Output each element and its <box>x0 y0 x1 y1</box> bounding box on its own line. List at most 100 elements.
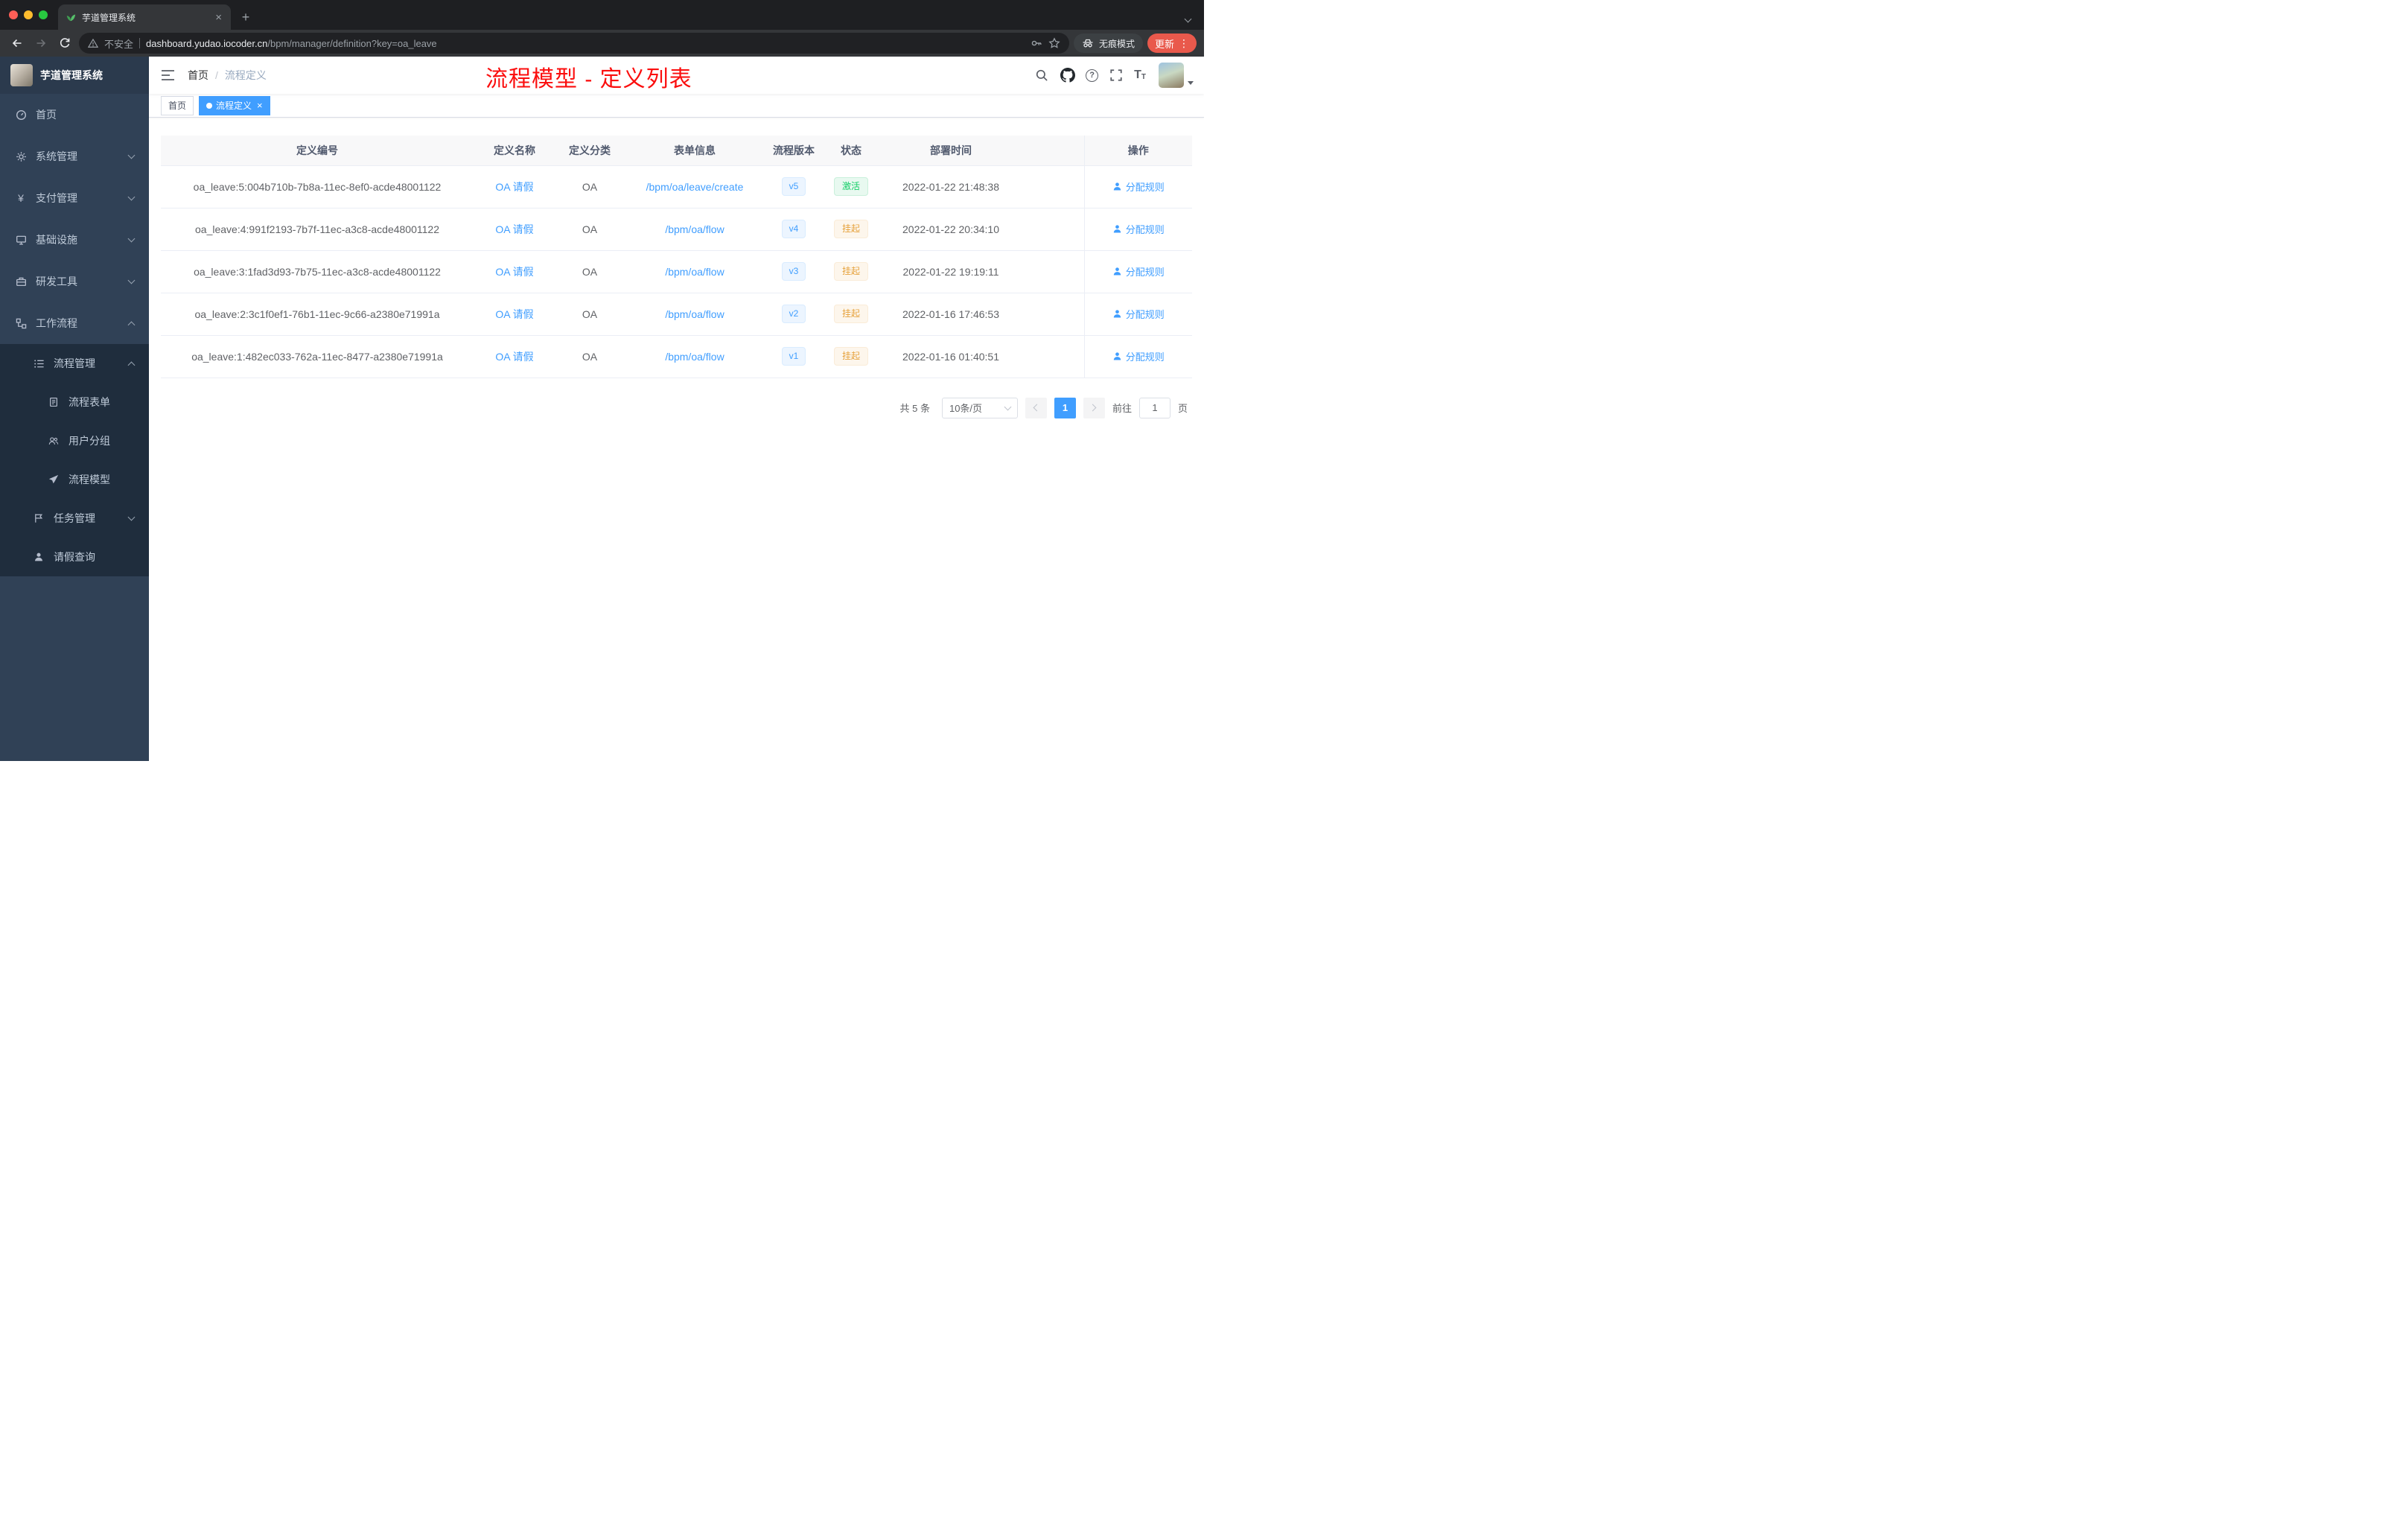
col-form-info: 表单信息 <box>624 136 765 166</box>
url-text: dashboard.yudao.iocoder.cn/bpm/manager/d… <box>146 38 437 49</box>
url-host: dashboard.yudao.iocoder.cn <box>146 37 268 49</box>
browser-menu-icon[interactable]: ⋮ <box>1179 37 1189 50</box>
form-link[interactable]: /bpm/oa/flow <box>665 308 724 320</box>
main-content: 定义编号 定义名称 定义分类 表单信息 流程版本 状态 部署时间 操作 oa_l… <box>149 118 1204 761</box>
search-icon[interactable] <box>1033 67 1050 83</box>
status-badge: 激活 <box>833 177 868 196</box>
font-size-icon[interactable]: TT <box>1134 69 1146 82</box>
help-icon[interactable]: ? <box>1086 69 1099 82</box>
address-bar[interactable]: 不安全 dashboard.yudao.iocoder.cn/bpm/manag… <box>79 33 1069 54</box>
sidebar: 芋道管理系统 首页 系统管理 ¥ 支付管理 基础设施 研发工具 工作流程 流程管… <box>0 57 149 761</box>
category-cell: OA <box>555 165 624 208</box>
password-key-icon[interactable] <box>1031 37 1042 49</box>
definition-id-cell: oa_leave:1:482ec033-762a-11ec-8477-a2380… <box>161 335 474 378</box>
form-link[interactable]: /bpm/oa/flow <box>665 223 724 235</box>
browser-tab[interactable]: 芋道管理系统 × <box>58 4 231 30</box>
page-size-select[interactable]: 10条/页 <box>941 397 1018 418</box>
col-status: 状态 <box>822 136 880 166</box>
status-badge: 挂起 <box>833 262 868 281</box>
deploy-time-cell: 2022-01-16 17:46:53 <box>880 293 1022 336</box>
table-header-row: 定义编号 定义名称 定义分类 表单信息 流程版本 状态 部署时间 操作 <box>161 136 1192 166</box>
tab-title: 芋道管理系统 <box>82 12 136 23</box>
sidebar-item-infrastructure[interactable]: 基础设施 <box>0 219 149 261</box>
workflow-icon <box>15 317 27 329</box>
definition-name-link[interactable]: OA 请假 <box>495 223 533 235</box>
col-definition-id: 定义编号 <box>161 136 474 166</box>
chevron-down-icon <box>127 151 136 159</box>
definition-name-link[interactable]: OA 请假 <box>495 266 533 278</box>
pagination: 共 5 条 10条/页 1 前往 页 <box>161 397 1192 418</box>
screen: 芋道管理系统 × + 不安全 dashboard.yudao.iocoder.c… <box>0 0 1204 761</box>
goto-page-input[interactable] <box>1138 397 1170 418</box>
sidebar-item-workflow[interactable]: 工作流程 <box>0 302 149 344</box>
page-annotation: 流程模型 - 定义列表 <box>485 67 692 92</box>
form-link[interactable]: /bpm/oa/flow <box>665 266 724 278</box>
tab-search-chevron-icon[interactable] <box>1184 12 1192 25</box>
table-row: oa_leave:3:1fad3d93-7b75-11ec-a3c8-acde4… <box>161 250 1192 293</box>
favicon <box>66 12 76 22</box>
assign-rule-link[interactable]: 分配规则 <box>1112 264 1165 278</box>
definition-name-link[interactable]: OA 请假 <box>495 351 533 363</box>
next-page-button[interactable] <box>1083 397 1105 418</box>
definition-name-link[interactable]: OA 请假 <box>495 181 533 193</box>
minimize-window-button[interactable] <box>24 10 33 19</box>
back-button[interactable] <box>7 34 27 53</box>
form-link[interactable]: /bpm/oa/flow <box>665 351 724 363</box>
active-dot <box>206 102 213 109</box>
definition-id-cell: oa_leave:3:1fad3d93-7b75-11ec-a3c8-acde4… <box>161 250 474 293</box>
logo-avatar <box>10 64 33 86</box>
close-window-button[interactable] <box>9 10 18 19</box>
col-filler <box>1022 136 1084 166</box>
sidebar-item-user-group[interactable]: 用户分组 <box>0 421 149 460</box>
forward-button[interactable] <box>31 34 51 53</box>
update-button[interactable]: 更新 ⋮ <box>1147 34 1197 53</box>
user-menu[interactable] <box>1159 63 1194 88</box>
table-row: oa_leave:2:3c1f0ef1-76b1-11ec-9c66-a2380… <box>161 293 1192 336</box>
window-controls <box>0 0 58 30</box>
form-link[interactable]: /bpm/oa/leave/create <box>646 181 744 193</box>
dashboard-icon <box>15 109 27 121</box>
table-row: oa_leave:1:482ec033-762a-11ec-8477-a2380… <box>161 335 1192 378</box>
form-icon <box>48 396 60 408</box>
tag-close-icon[interactable]: × <box>257 101 263 110</box>
bookmark-star-icon[interactable] <box>1048 37 1060 49</box>
category-cell: OA <box>555 250 624 293</box>
yen-icon: ¥ <box>18 192 24 204</box>
assign-rule-link[interactable]: 分配规则 <box>1112 179 1165 194</box>
avatar[interactable] <box>1159 63 1184 88</box>
assign-rule-link[interactable]: 分配规则 <box>1112 307 1165 321</box>
maximize-window-button[interactable] <box>39 10 48 19</box>
assign-rule-link[interactable]: 分配规则 <box>1112 349 1165 363</box>
sidebar-item-home[interactable]: 首页 <box>0 94 149 136</box>
sidebar-item-system[interactable]: 系统管理 <box>0 136 149 177</box>
tags-view: 首页 流程定义 × <box>149 94 1204 118</box>
assign-rule-link[interactable]: 分配规则 <box>1112 222 1165 236</box>
definition-name-link[interactable]: OA 请假 <box>495 308 533 320</box>
sidebar-item-devtools[interactable]: 研发工具 <box>0 261 149 302</box>
sidebar-item-process-management[interactable]: 流程管理 <box>0 344 149 383</box>
tag-home[interactable]: 首页 <box>161 95 194 115</box>
sidebar-collapse-icon[interactable] <box>159 67 176 83</box>
new-tab-button[interactable]: + <box>235 7 256 28</box>
tab-close-icon[interactable]: × <box>214 12 223 23</box>
breadcrumb-current: 流程定义 <box>224 69 267 81</box>
sidebar-item-process-form[interactable]: 流程表单 <box>0 383 149 421</box>
sidebar-item-task-management[interactable]: 任务管理 <box>0 499 149 538</box>
sidebar-item-payment[interactable]: ¥ 支付管理 <box>0 177 149 219</box>
browser-toolbar: 不安全 dashboard.yudao.iocoder.cn/bpm/manag… <box>0 30 1204 57</box>
reload-button[interactable] <box>55 34 74 53</box>
prev-page-button[interactable] <box>1025 397 1047 418</box>
github-icon[interactable] <box>1060 67 1076 83</box>
chevron-down-icon <box>1004 403 1012 410</box>
tag-process-definition[interactable]: 流程定义 × <box>199 95 270 115</box>
sidebar-item-process-model[interactable]: 流程模型 <box>0 460 149 499</box>
chevron-up-icon <box>127 321 136 328</box>
chevron-down-icon <box>127 235 136 243</box>
sidebar-item-leave-query[interactable]: 请假查询 <box>0 538 149 576</box>
deploy-time-cell: 2022-01-16 01:40:51 <box>880 335 1022 378</box>
category-cell: OA <box>555 335 624 378</box>
version-badge: v5 <box>781 177 806 196</box>
breadcrumb-home-link[interactable]: 首页 <box>188 68 208 83</box>
fullscreen-icon[interactable] <box>1108 67 1124 83</box>
page-1-button[interactable]: 1 <box>1054 397 1076 418</box>
